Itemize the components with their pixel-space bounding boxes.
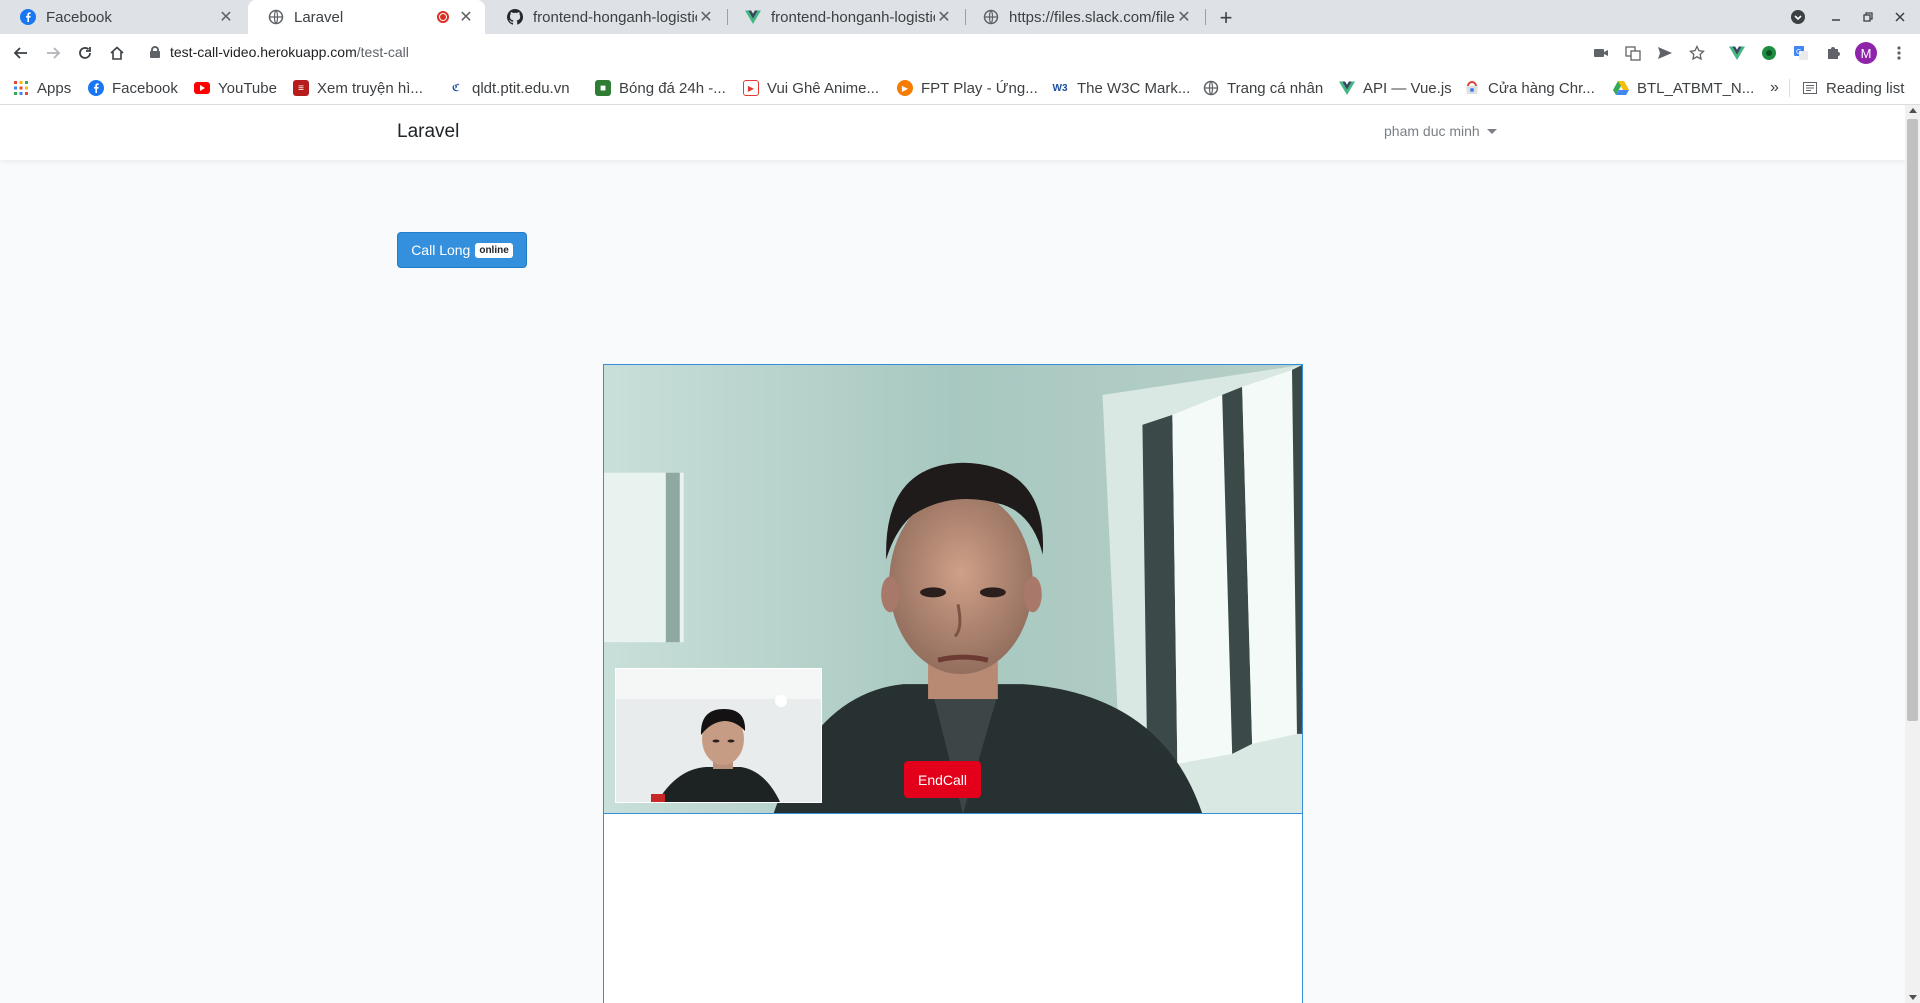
- github-icon: [507, 9, 523, 25]
- bookmark-comic[interactable]: ≡ Xem truyện hì...: [293, 77, 423, 99]
- facebook-icon: [88, 80, 104, 96]
- soccer-icon: ■: [595, 80, 611, 96]
- bookmarks-divider: [1789, 79, 1790, 97]
- restore-window-icon[interactable]: [1852, 0, 1884, 34]
- call-user-button[interactable]: Call Long online: [397, 232, 527, 268]
- bookmark-anime[interactable]: ▶ Vui Ghê Anime...: [743, 77, 879, 99]
- fptplay-icon: ▶: [897, 80, 913, 96]
- bookmark-qldt[interactable]: ℭ qldt.ptit.edu.vn: [448, 77, 570, 99]
- minimize-window-icon[interactable]: [1820, 0, 1852, 34]
- close-tab-icon[interactable]: ✕: [1175, 8, 1193, 26]
- back-arrow-icon[interactable]: [7, 39, 35, 67]
- page-scrollbar[interactable]: [1905, 105, 1920, 1003]
- anime-icon: ▶: [743, 80, 759, 96]
- close-tab-icon[interactable]: ✕: [697, 8, 715, 26]
- webstore-icon: [1464, 80, 1480, 96]
- address-bar[interactable]: test-call-video.herokuapp.com /test-call: [142, 36, 1582, 68]
- tab-facebook[interactable]: Facebook ✕: [0, 0, 245, 34]
- new-tab-button[interactable]: +: [1213, 5, 1239, 31]
- comic-icon: ≡: [293, 80, 309, 96]
- end-call-button[interactable]: EndCall: [904, 761, 981, 798]
- bookmarks-bar: Apps Facebook YouTube ≡ Xem truyện hì...…: [0, 71, 1920, 105]
- call-button-label: Call Long: [411, 242, 471, 258]
- camera-in-use-icon[interactable]: [1591, 43, 1611, 63]
- profile-avatar[interactable]: M: [1855, 42, 1877, 64]
- scroll-down-arrow-icon[interactable]: [1909, 995, 1917, 1000]
- url-path: /test-call: [356, 44, 409, 60]
- vue-icon: [1339, 80, 1355, 96]
- bookmarks-overflow-button[interactable]: »: [1770, 77, 1779, 99]
- close-tab-icon[interactable]: ✕: [217, 8, 235, 26]
- extension-green-icon[interactable]: [1759, 43, 1779, 63]
- close-window-icon[interactable]: [1884, 0, 1916, 34]
- home-icon[interactable]: [103, 39, 131, 67]
- vue-devtools-icon[interactable]: [1727, 43, 1747, 63]
- tab-separator: [965, 9, 966, 25]
- tab-slack-files[interactable]: https://files.slack.com/files ✕: [963, 0, 1203, 34]
- globe-icon: [1203, 80, 1219, 96]
- vue-icon: [745, 9, 761, 25]
- close-tab-icon[interactable]: ✕: [457, 8, 475, 26]
- tab-vue[interactable]: frontend-honganh-logistic ✕: [725, 0, 963, 34]
- online-status-badge: online: [475, 242, 513, 258]
- bookmark-fptplay[interactable]: ▶ FPT Play - Ứng...: [897, 77, 1038, 99]
- google-drive-icon: [1613, 80, 1629, 96]
- star-icon[interactable]: [1687, 43, 1707, 63]
- scroll-up-arrow-icon[interactable]: [1909, 108, 1917, 113]
- bookmark-youtube[interactable]: YouTube: [194, 77, 277, 99]
- apps-grid-icon: [13, 80, 29, 96]
- video-call-container: EndCall: [603, 364, 1303, 814]
- extensions-puzzle-icon[interactable]: [1823, 43, 1843, 63]
- bookmark-w3c[interactable]: W3 The W3C Mark...: [1051, 77, 1191, 99]
- reading-list-icon: [1802, 80, 1818, 96]
- reading-list-button[interactable]: Reading list: [1802, 77, 1904, 99]
- secondary-video-area: [603, 814, 1303, 1003]
- forward-arrow-icon[interactable]: [39, 39, 67, 67]
- url-host: test-call-video.herokuapp.com: [170, 44, 357, 60]
- page-content: Laravel pham duc minh Call Long online E…: [0, 105, 1905, 1003]
- scrollbar-thumb[interactable]: [1907, 119, 1918, 721]
- browser-toolbar: test-call-video.herokuapp.com /test-call…: [0, 34, 1920, 71]
- bookmark-vue-api[interactable]: API — Vue.js: [1339, 77, 1452, 99]
- facebook-icon: [20, 9, 36, 25]
- bookmark-bongda[interactable]: ■ Bóng đá 24h -...: [595, 77, 726, 99]
- send-icon[interactable]: [1655, 43, 1675, 63]
- bookmark-drive[interactable]: BTL_ATBMT_N...: [1613, 77, 1754, 99]
- tab-separator: [727, 9, 728, 25]
- close-tab-icon[interactable]: ✕: [935, 8, 953, 26]
- globe-icon: [268, 9, 284, 25]
- bookmark-webstore[interactable]: Cửa hàng Chr...: [1464, 77, 1595, 99]
- tab-laravel[interactable]: Laravel ✕: [248, 0, 485, 34]
- user-name: pham duc minh: [1384, 123, 1480, 139]
- tab-search-icon[interactable]: [1782, 0, 1814, 34]
- local-video-preview: [615, 668, 822, 803]
- caret-down-icon: [1486, 128, 1497, 134]
- bookmark-facebook[interactable]: Facebook: [88, 77, 178, 99]
- bookmark-apps[interactable]: Apps: [13, 77, 71, 99]
- bookmark-trang-ca-nhan[interactable]: Trang cá nhân: [1203, 77, 1323, 99]
- tab-separator: [1205, 9, 1206, 25]
- app-navbar: Laravel pham duc minh: [0, 105, 1905, 160]
- youtube-icon: [194, 80, 210, 96]
- tab-strip: Facebook ✕ Laravel ✕ frontend-honganh-lo…: [0, 0, 1920, 34]
- recording-indicator-icon: [437, 11, 449, 23]
- tab-github[interactable]: frontend-honganh-logistic ✕: [487, 0, 725, 34]
- user-dropdown[interactable]: pham duc minh: [1384, 123, 1497, 139]
- kebab-menu-icon[interactable]: [1889, 43, 1909, 63]
- google-translate-extension-icon[interactable]: G: [1791, 43, 1811, 63]
- navbar-brand[interactable]: Laravel: [397, 121, 459, 143]
- w3c-icon: W3: [1052, 82, 1068, 94]
- svg-text:G: G: [1796, 48, 1801, 56]
- reload-icon[interactable]: [71, 39, 99, 67]
- lock-icon: [150, 46, 160, 58]
- ptit-icon: ℭ: [448, 80, 464, 96]
- local-video: [616, 669, 821, 802]
- translate-icon[interactable]: [1623, 43, 1643, 63]
- globe-icon: [983, 9, 999, 25]
